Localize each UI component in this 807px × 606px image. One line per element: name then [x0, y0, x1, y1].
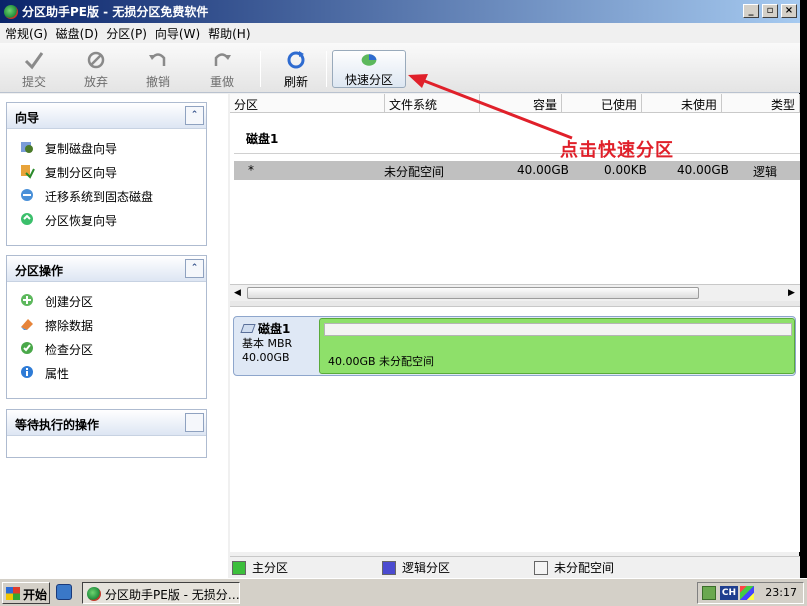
menu-wizard[interactable]: 向导(W) [154, 25, 207, 42]
divider [234, 153, 800, 154]
primary-swatch [232, 560, 246, 575]
create-partition-item[interactable]: 创建分区 [7, 288, 206, 312]
check-icon [21, 342, 33, 354]
collapse-button[interactable]: ⌃ [185, 106, 204, 125]
checkmark-icon [24, 52, 44, 70]
copy-partition-wizard[interactable]: 复制分区向导 [7, 159, 206, 183]
recovery-icon [21, 213, 33, 225]
partition-recovery-wizard[interactable]: 分区恢复向导 [7, 207, 206, 231]
discard-icon [87, 51, 105, 69]
partition-ops-header: 分区操作 ⌃ [7, 256, 206, 282]
scroll-right-icon[interactable]: ▶ [788, 288, 795, 298]
restore-button[interactable]: ▫ [762, 4, 778, 18]
commit-button[interactable]: 提交 [4, 49, 64, 91]
close-button[interactable]: × [781, 4, 797, 18]
refresh-icon [287, 51, 305, 69]
create-partition-icon [21, 294, 33, 306]
tray-network-icon[interactable] [702, 586, 716, 600]
taskbar: 开始 分区助手PE版 - 无损分… CH 23:17 [0, 578, 807, 606]
ime-indicator[interactable]: CH [720, 586, 738, 600]
copy-disk-icon [21, 142, 33, 153]
disk-icon [240, 324, 256, 333]
disk-kind: 基本 MBR [242, 337, 293, 350]
pending-ops-group: 等待执行的操作 [6, 409, 207, 458]
logical-swatch [382, 560, 396, 575]
partition-block-label: 40.00GB 未分配空间 [328, 355, 435, 368]
legend-unallocated: 未分配空间 [534, 559, 614, 576]
window-title: 分区助手PE版 - 无损分区免费软件 [22, 5, 209, 19]
toolbar-separator [260, 51, 261, 87]
disk-size: 40.00GB [242, 351, 290, 364]
quick-partition-button[interactable]: 快速分区 [332, 50, 406, 88]
wipe-data-item[interactable]: 擦除数据 [7, 312, 206, 336]
cell-used: 0.00KB [604, 163, 647, 177]
cell-capacity: 40.00GB [517, 163, 569, 177]
menu-help[interactable]: 帮助(H) [207, 25, 257, 42]
copy-partition-icon [21, 165, 35, 179]
redo-button[interactable]: 重做 [192, 49, 252, 91]
disk-map[interactable]: 磁盘1 基本 MBR 40.00GB 40.00GB 未分配空间 [233, 316, 796, 376]
legend-bar: 主分区 逻辑分区 未分配空间 [230, 556, 800, 578]
copy-disk-wizard[interactable]: 复制磁盘向导 [7, 135, 206, 159]
menu-partition[interactable]: 分区(P) [105, 25, 154, 42]
scroll-left-icon[interactable]: ◀ [234, 288, 241, 298]
column-type[interactable]: 类型 [722, 94, 800, 113]
migrate-os-ssd-wizard[interactable]: 迁移系统到固态磁盘 [7, 183, 206, 207]
table-row[interactable]: * 未分配空间 40.00GB 0.00KB 40.00GB 逻辑 [234, 161, 800, 180]
menu-disk[interactable]: 磁盘(D) [55, 25, 106, 42]
cell-free: 40.00GB [677, 163, 729, 177]
cell-type: 逻辑 [753, 165, 778, 179]
discard-button[interactable]: 放弃 [66, 49, 126, 91]
unallocated-partition-block[interactable]: 40.00GB 未分配空间 [319, 318, 795, 374]
tray-display-icon[interactable] [740, 586, 754, 600]
quick-partition-icon [361, 54, 377, 66]
properties-item[interactable]: 属性 [7, 360, 206, 384]
annotation-text: 点击快速分区 [560, 140, 674, 161]
info-icon [21, 366, 33, 378]
eraser-icon [21, 319, 33, 330]
system-tray: CH 23:17 [697, 582, 804, 604]
start-button[interactable]: 开始 [2, 582, 50, 604]
column-free[interactable]: 未使用 [642, 94, 722, 113]
collapse-button[interactable] [185, 413, 204, 432]
unallocated-swatch [534, 560, 548, 575]
column-partition[interactable]: 分区 [230, 94, 385, 113]
undo-button[interactable]: 撤销 [128, 49, 188, 91]
cell-partition: * [248, 163, 254, 177]
check-partition-item[interactable]: 检查分区 [7, 336, 206, 360]
annotation-arrow-icon [408, 74, 573, 140]
app-logo-icon [4, 4, 18, 19]
refresh-button[interactable]: 刷新 [266, 49, 326, 91]
wizard-group-header: 向导 ⌃ [7, 103, 206, 129]
disk-heading: 磁盘1 [246, 132, 279, 146]
clock: 23:17 [765, 586, 797, 599]
disk-info: 磁盘1 基本 MBR 40.00GB [240, 322, 293, 365]
taskbar-app-button[interactable]: 分区助手PE版 - 无损分… [82, 582, 240, 604]
legend-primary: 主分区 [232, 559, 382, 576]
pending-ops-header: 等待执行的操作 [7, 410, 206, 436]
redo-icon [214, 53, 231, 66]
undo-icon [149, 53, 166, 66]
quick-launch-icon[interactable] [56, 584, 72, 600]
scrollbar-thumb[interactable] [247, 287, 699, 299]
disk-map-area: 磁盘1 基本 MBR 40.00GB 40.00GB 未分配空间 [230, 307, 800, 552]
partition-ops-group: 分区操作 ⌃ 创建分区 擦除数据 检查分区 属性 [6, 255, 207, 399]
horizontal-scrollbar[interactable]: ◀ ▶ [230, 284, 800, 301]
app-window: 分区助手PE版 - 无损分区免费软件 _ ▫ × 常规(G) 磁盘(D) 分区(… [0, 0, 800, 578]
menu-bar: 常规(G) 磁盘(D) 分区(P) 向导(W) 帮助(H) [0, 23, 800, 43]
title-bar: 分区助手PE版 - 无损分区免费软件 _ ▫ × [0, 0, 800, 23]
wizard-group: 向导 ⌃ 复制磁盘向导 复制分区向导 迁移系统到固态磁盘 分区恢复向导 [6, 102, 207, 246]
disk-name: 磁盘1 [258, 322, 291, 336]
menu-general[interactable]: 常规(G) [4, 25, 55, 42]
toolbar-separator [326, 51, 327, 87]
legend-logical: 逻辑分区 [382, 559, 534, 576]
usage-bar [324, 323, 792, 336]
minimize-button[interactable]: _ [743, 4, 759, 18]
cell-filesystem: 未分配空间 [384, 165, 445, 179]
left-panel: 向导 ⌃ 复制磁盘向导 复制分区向导 迁移系统到固态磁盘 分区恢复向导 分区操作… [0, 94, 228, 578]
collapse-button[interactable]: ⌃ [185, 259, 204, 278]
migrate-icon [21, 189, 33, 201]
